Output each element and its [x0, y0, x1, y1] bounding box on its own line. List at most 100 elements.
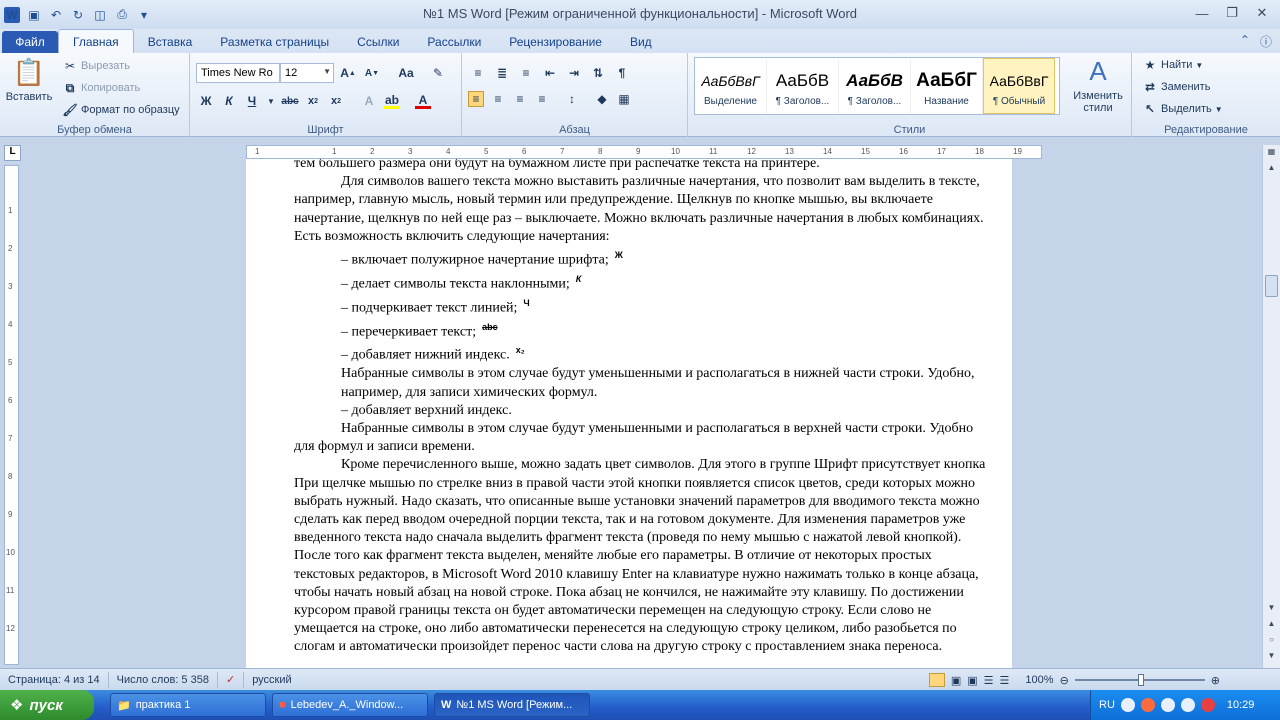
tab-home[interactable]: Главная	[58, 29, 134, 53]
ruler-toggle-icon[interactable]: ▦	[1265, 147, 1278, 161]
word-count[interactable]: Число слов: 5 358	[109, 671, 218, 688]
tray-browser-icon[interactable]	[1140, 698, 1155, 712]
select-button[interactable]: ↖ Выделить ▼	[1142, 101, 1223, 117]
superscript-icon[interactable]: x2	[328, 93, 344, 109]
style-heading2[interactable]: АаБбВ ¶ Заголов...	[839, 58, 911, 114]
minimize-ribbon-icon[interactable]: ⌃	[1240, 33, 1250, 50]
style-emphasis[interactable]: АаБбВвГ Выделение	[695, 58, 767, 114]
scroll-up-icon[interactable]: ▲	[1265, 163, 1278, 177]
text-effects-icon[interactable]: A	[361, 93, 377, 109]
outline-view-icon[interactable]: ☰	[984, 674, 994, 687]
clock[interactable]: 10:29	[1227, 699, 1255, 711]
zoom-out-icon[interactable]: ⊖	[1060, 674, 1069, 687]
pilcrow-icon[interactable]: ¶	[614, 65, 630, 81]
draft-view-icon[interactable]: ☰	[1000, 674, 1010, 687]
print-layout-view-icon[interactable]	[928, 673, 945, 687]
grow-font-icon[interactable]: A ▲	[340, 65, 356, 81]
style-heading1[interactable]: АаБбВ ¶ Заголов...	[767, 58, 839, 114]
underline-icon[interactable]: Ч	[244, 93, 260, 109]
decrease-indent-icon[interactable]: ⇤	[542, 65, 558, 81]
replace-button[interactable]: ⇄ Заменить	[1142, 79, 1210, 95]
document-body[interactable]: тем большего размера они будут на бумажн…	[294, 159, 986, 657]
bold-icon[interactable]: Ж	[198, 93, 214, 109]
start-button[interactable]: ❖ пуск	[0, 690, 94, 720]
tray-network-icon[interactable]	[1160, 698, 1175, 712]
undo-icon[interactable]: ↶	[48, 7, 64, 23]
tab-references[interactable]: Ссылки	[343, 31, 413, 53]
taskbar-item-word[interactable]: W №1 MS Word [Режим...	[434, 693, 590, 717]
shrink-font-icon[interactable]: A ▼	[364, 65, 380, 81]
justify-icon[interactable]: ≡	[534, 91, 550, 107]
tab-mailings[interactable]: Рассылки	[413, 31, 495, 53]
font-size-combo[interactable]: 12 ▼	[280, 63, 334, 83]
tab-page-layout[interactable]: Разметка страницы	[206, 31, 343, 53]
borders-icon[interactable]: ▦	[616, 91, 632, 107]
font-color-icon[interactable]: A	[415, 93, 431, 109]
align-left-icon[interactable]: ≡	[468, 91, 484, 107]
print-icon[interactable]: ⎙	[114, 7, 130, 23]
shading-icon[interactable]: ◆	[594, 91, 610, 107]
taskbar-item-pdf[interactable]: ■ Lebedev_A._Window...	[272, 693, 428, 717]
language[interactable]: русский	[244, 672, 299, 688]
scroll-thumb[interactable]	[1265, 275, 1278, 297]
taskbar-item-folder[interactable]: 📁 практика 1	[110, 693, 266, 717]
chevron-down-icon[interactable]: ▼	[267, 93, 275, 109]
tray-security-icon[interactable]	[1200, 698, 1215, 712]
tab-selector[interactable]: L	[4, 145, 21, 161]
increase-indent-icon[interactable]: ⇥	[566, 65, 582, 81]
clear-formatting-icon[interactable]: ✎	[430, 65, 446, 81]
redo-icon[interactable]: ↻	[70, 7, 86, 23]
print-preview-icon[interactable]: ◫	[92, 7, 108, 23]
save-icon[interactable]: ▣	[26, 7, 42, 23]
tray-app-icon[interactable]	[1120, 698, 1135, 712]
tab-view[interactable]: Вид	[616, 31, 666, 53]
line-spacing-icon[interactable]: ↕	[564, 91, 580, 107]
format-painter-button[interactable]: 🖌 Формат по образцу	[62, 102, 179, 118]
next-page-icon[interactable]: ▼	[1265, 651, 1278, 665]
change-styles-button[interactable]: A Изменить стили	[1068, 56, 1128, 114]
chevron-down-icon[interactable]: ▼	[323, 67, 331, 76]
highlight-icon[interactable]: ab	[384, 93, 400, 109]
font-name-combo[interactable]: Times New Ro	[196, 63, 280, 83]
bullets-icon[interactable]: ≡	[470, 65, 486, 81]
numbering-icon[interactable]: ≣	[494, 65, 510, 81]
zoom-slider[interactable]	[1074, 674, 1205, 686]
scroll-down-icon[interactable]: ▼	[1265, 603, 1278, 617]
paste-button[interactable]: 📋 Вставить	[6, 57, 53, 103]
zoom-slider-knob[interactable]	[1137, 674, 1144, 686]
language-indicator[interactable]: RU	[1099, 699, 1115, 711]
change-case-icon[interactable]: Aa	[398, 65, 414, 81]
align-center-icon[interactable]: ≡	[490, 91, 506, 107]
customize-qat-icon[interactable]: ▾	[136, 7, 152, 23]
word-logo-icon[interactable]: W	[4, 6, 20, 23]
tab-insert[interactable]: Вставка	[134, 31, 207, 53]
proofing-icon[interactable]: ✓	[218, 671, 245, 688]
subscript-icon[interactable]: x2	[305, 93, 321, 109]
document-page[interactable]: тем большего размера они будут на бумажн…	[246, 159, 1012, 668]
tab-file[interactable]: Файл	[2, 31, 58, 53]
previous-page-icon[interactable]: ▲	[1265, 619, 1278, 633]
maximize-button[interactable]: ❐	[1218, 2, 1246, 24]
tab-review[interactable]: Рецензирование	[495, 31, 616, 53]
full-screen-view-icon[interactable]: ▣	[951, 674, 961, 687]
find-button[interactable]: ★ Найти ▼	[1142, 57, 1204, 73]
cut-button[interactable]: ✂ Вырезать	[62, 58, 130, 74]
close-button[interactable]: ✕	[1248, 2, 1276, 24]
style-normal[interactable]: АаБбВвГ ¶ Обычный	[983, 58, 1055, 114]
vertical-scrollbar[interactable]: ▦ ▲ ▼ ▲ ○ ▼	[1262, 145, 1280, 668]
minimize-button[interactable]: —	[1188, 2, 1216, 24]
vertical-ruler[interactable]: 12 34 56 78 9 10 11 12	[4, 165, 19, 665]
horizontal-ruler[interactable]: 11 23 45 67 89 10 11 12 13 14 15 16 17 18 19	[246, 145, 1042, 159]
page-count[interactable]: Страница: 4 из 14	[0, 671, 109, 688]
help-icon[interactable]: ⓘ	[1260, 33, 1272, 50]
strikethrough-icon[interactable]: abc	[281, 93, 298, 109]
sort-icon[interactable]: ⇅	[590, 65, 606, 81]
tray-volume-icon[interactable]	[1180, 698, 1195, 712]
zoom-level[interactable]: 100%	[1025, 674, 1053, 686]
align-right-icon[interactable]: ≡	[512, 91, 528, 107]
web-layout-view-icon[interactable]: ▣	[967, 674, 977, 687]
copy-button[interactable]: ⧉ Копировать	[62, 80, 141, 96]
zoom-in-icon[interactable]: ⊕	[1211, 674, 1220, 687]
style-title[interactable]: АаБбГ Название	[911, 58, 983, 114]
multilevel-list-icon[interactable]: ≡	[518, 65, 534, 81]
